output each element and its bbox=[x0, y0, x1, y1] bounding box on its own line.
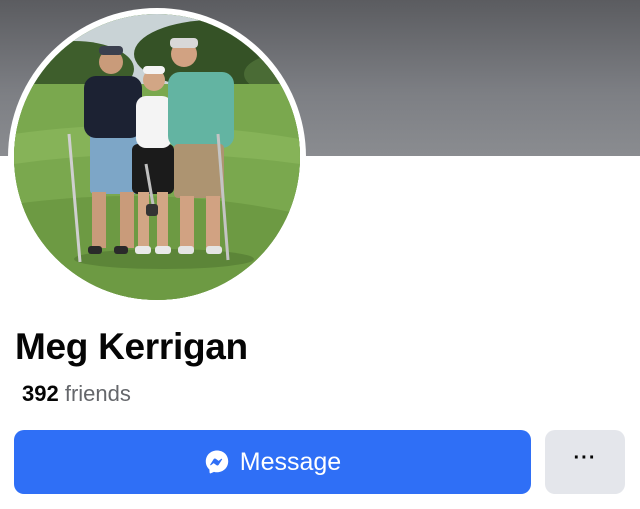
more-options-button[interactable]: ··· bbox=[545, 430, 625, 494]
profile-name: Meg Kerrigan bbox=[15, 326, 248, 367]
message-button-label: Message bbox=[239, 447, 342, 476]
more-options-icon: ··· bbox=[573, 447, 597, 469]
friends-count-label: friends bbox=[64, 381, 131, 406]
golf-photo bbox=[14, 14, 300, 300]
messenger-icon bbox=[204, 449, 230, 475]
friends-count-number: 392 bbox=[22, 381, 59, 406]
message-button[interactable]: Message bbox=[14, 430, 531, 494]
friends-count[interactable]: 392 friends bbox=[22, 380, 131, 408]
profile-picture[interactable] bbox=[14, 14, 300, 300]
